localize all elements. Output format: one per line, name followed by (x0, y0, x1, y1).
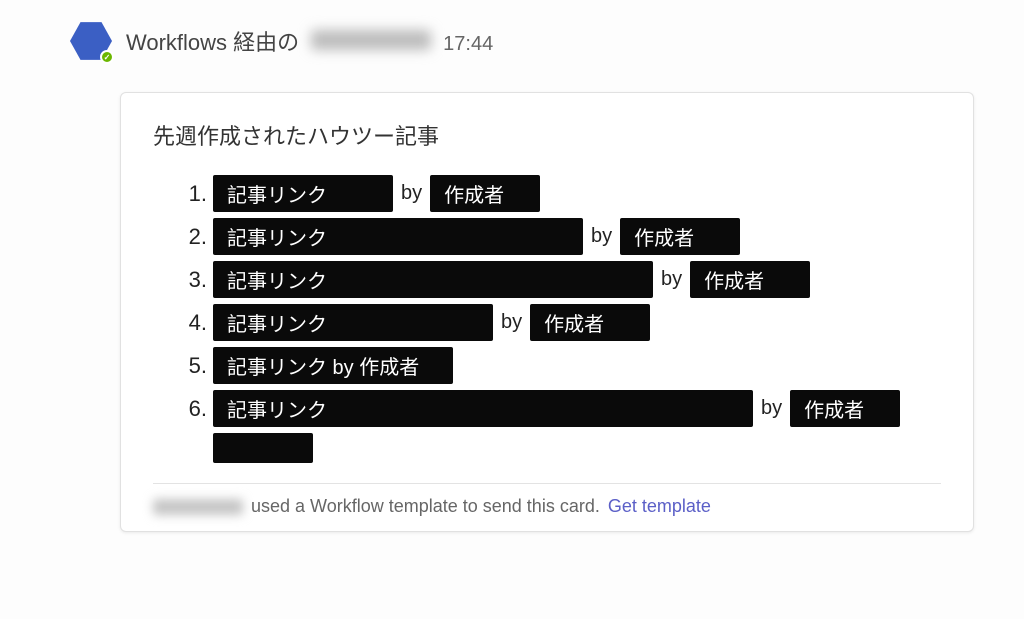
footer-text: used a Workflow template to send this ca… (251, 496, 600, 517)
list-number: 6. (183, 396, 207, 422)
list-number: 4. (183, 310, 207, 336)
by-text: by (399, 182, 424, 205)
list-item: 3. 記事リンク by 作成者 (183, 261, 941, 298)
list-item: 2. 記事リンク by 作成者 (183, 218, 941, 255)
get-template-link[interactable]: Get template (608, 496, 711, 517)
list-number: 2. (183, 224, 207, 250)
sender-name-redacted (311, 30, 431, 50)
by-text: by (499, 311, 524, 334)
list-item: 6. 記事リンク by 作成者 (183, 390, 941, 427)
sender-avatar[interactable]: ✓ (70, 20, 112, 62)
message-timestamp: 17:44 (443, 33, 493, 56)
article-link-redacted[interactable]: 記事リンク (213, 175, 393, 212)
article-list: 1. 記事リンク by 作成者 2. 記事リンク by 作成者 3. 記事リンク… (153, 175, 941, 463)
article-link-redacted[interactable]: 記事リンク (213, 390, 753, 427)
card-title: 先週作成されたハウツー記事 (153, 119, 941, 151)
message-header: ✓ Workflows 経由の 17:44 (30, 20, 994, 62)
author-redacted: 作成者 (620, 218, 740, 255)
by-text: by (589, 225, 614, 248)
list-number: 5. (183, 353, 207, 379)
sender-prefix: Workflows 経由の (126, 25, 299, 57)
by-text: by (659, 268, 684, 291)
author-redacted: 作成者 (690, 261, 810, 298)
sender-line: Workflows 経由の 17:44 (126, 25, 493, 57)
list-number: 3. (183, 267, 207, 293)
author-redacted: 作成者 (530, 304, 650, 341)
list-item: 1. 記事リンク by 作成者 (183, 175, 941, 212)
card-footer: used a Workflow template to send this ca… (153, 483, 941, 517)
list-item: 4. 記事リンク by 作成者 (183, 304, 941, 341)
author-redacted: 作成者 (790, 390, 900, 427)
adaptive-card: 先週作成されたハウツー記事 1. 記事リンク by 作成者 2. 記事リンク b… (120, 92, 974, 532)
footer-name-redacted (153, 499, 243, 515)
article-link-redacted[interactable]: 記事リンク (213, 304, 493, 341)
by-text: by (759, 397, 784, 420)
list-number: 1. (183, 181, 207, 207)
article-link-redacted[interactable]: 記事リンク by 作成者 (213, 347, 453, 384)
list-item: 5. 記事リンク by 作成者 (183, 347, 941, 384)
presence-available-icon: ✓ (100, 50, 114, 64)
article-link-redacted[interactable]: 記事リンク (213, 261, 653, 298)
article-link-redacted[interactable]: 記事リンク (213, 218, 583, 255)
author-redacted: 作成者 (430, 175, 540, 212)
overflow-redacted-block (213, 433, 313, 463)
